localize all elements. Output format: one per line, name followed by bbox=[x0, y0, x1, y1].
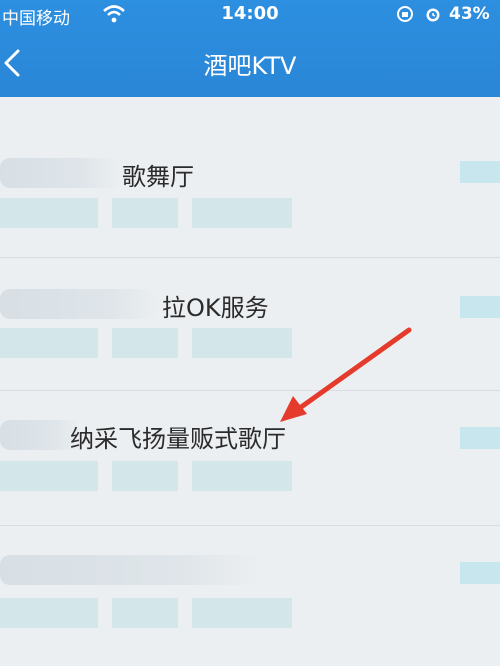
list-item[interactable]: 拉OK服务 bbox=[0, 258, 500, 391]
item-badge bbox=[460, 161, 500, 183]
meta-info bbox=[112, 461, 178, 491]
list-item[interactable]: 歌舞厅 bbox=[0, 97, 500, 258]
blurred-text bbox=[0, 555, 260, 585]
item-badge bbox=[460, 427, 500, 449]
battery-percentage: 43% bbox=[449, 4, 490, 24]
screen: 中国移动 14:00 43% 酒吧KTV 歌舞厅 拉OK服务 纳采飞扬量贩式歌厅 bbox=[0, 0, 500, 666]
blurred-text bbox=[0, 158, 120, 188]
meta-info bbox=[112, 328, 178, 358]
orientation-lock-icon bbox=[397, 6, 413, 22]
venue-name: 拉OK服务 bbox=[0, 286, 420, 322]
alarm-icon bbox=[426, 8, 440, 22]
meta-info bbox=[0, 461, 98, 491]
top-bar: 中国移动 14:00 43% 酒吧KTV bbox=[0, 0, 500, 97]
status-bar: 中国移动 14:00 43% bbox=[0, 0, 500, 30]
blurred-text bbox=[0, 289, 160, 319]
meta-info bbox=[192, 461, 292, 491]
blurred-text bbox=[0, 420, 80, 450]
meta-info bbox=[112, 598, 178, 628]
venue-name bbox=[0, 552, 420, 588]
meta-info bbox=[192, 598, 292, 628]
meta-info bbox=[0, 198, 98, 228]
meta-info bbox=[0, 598, 98, 628]
nav-bar: 酒吧KTV bbox=[0, 30, 500, 97]
item-badge bbox=[460, 562, 500, 584]
venue-name: 纳采飞扬量贩式歌厅 bbox=[0, 417, 420, 453]
meta-info bbox=[112, 198, 178, 228]
page-title: 酒吧KTV bbox=[203, 52, 297, 80]
meta-info bbox=[192, 198, 292, 228]
meta-info bbox=[0, 328, 98, 358]
item-badge bbox=[460, 296, 500, 318]
meta-info bbox=[192, 328, 292, 358]
list-item[interactable]: 纳采飞扬量贩式歌厅 bbox=[0, 391, 500, 526]
venue-name: 歌舞厅 bbox=[0, 155, 420, 191]
list-item[interactable] bbox=[0, 526, 500, 666]
